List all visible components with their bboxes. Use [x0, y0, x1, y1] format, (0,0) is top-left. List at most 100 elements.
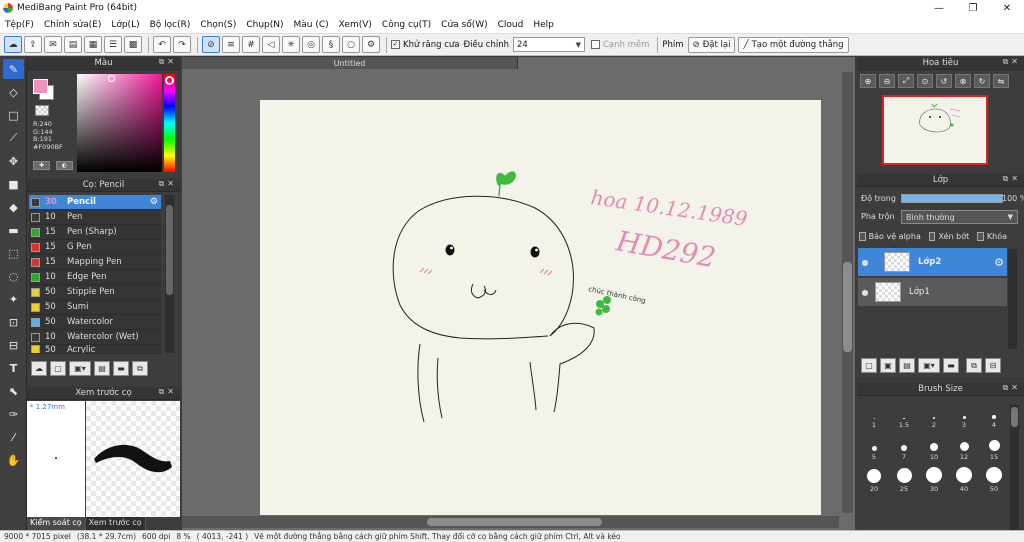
- cloud-icon[interactable]: ☁: [4, 36, 22, 53]
- menu-view[interactable]: Xem(V): [334, 20, 377, 30]
- zoom-in-icon[interactable]: ⊕: [860, 74, 876, 88]
- chat-icon[interactable]: ▤: [64, 36, 82, 53]
- reset-button[interactable]: ⊘ Đặt lại: [687, 36, 736, 53]
- gradient-tool-icon[interactable]: ▬: [3, 220, 24, 240]
- panel-close-icon[interactable]: ⧉✕: [1003, 57, 1021, 67]
- add-layer-dropdown-icon[interactable]: ▣▾: [918, 358, 940, 373]
- lock-checkbox[interactable]: [977, 232, 984, 241]
- menu-window[interactable]: Cửa sổ(W): [436, 20, 492, 30]
- rotate-reset-icon[interactable]: ⊗: [955, 74, 971, 88]
- canvas-horizontal-scrollbar[interactable]: [182, 516, 839, 528]
- saturation-value-picker[interactable]: [77, 74, 162, 172]
- snap-cross-icon[interactable]: #: [242, 36, 260, 53]
- eraser-tool-icon[interactable]: ◇: [3, 82, 24, 102]
- snap-parallel-icon[interactable]: ≡: [222, 36, 240, 53]
- snap-vanish-icon[interactable]: ◁: [262, 36, 280, 53]
- adjust-select[interactable]: 24 ▼: [512, 37, 585, 52]
- text-tool-icon[interactable]: T: [3, 358, 24, 378]
- menu-color[interactable]: Màu (C): [289, 20, 334, 30]
- layer-row-selected[interactable]: ● Lớp2 ⚙: [858, 248, 1007, 276]
- select-pen-tool-icon[interactable]: ⊡: [3, 312, 24, 332]
- fill-rect-tool-icon[interactable]: ■: [3, 174, 24, 194]
- fit-view-icon[interactable]: ⤢: [898, 74, 914, 88]
- brush-item-pencil[interactable]: 30 Pencil ⚙: [29, 195, 161, 210]
- minimize-button[interactable]: —: [922, 0, 956, 16]
- brush-size-option[interactable]: 20: [861, 463, 887, 493]
- share-icon[interactable]: ⇪: [24, 36, 42, 53]
- antialias-checkbox[interactable]: ✓: [391, 40, 400, 49]
- brush-size-option[interactable]: 3: [951, 399, 977, 429]
- new-brush-icon[interactable]: ▢: [50, 361, 66, 376]
- new-halftone-layer-icon[interactable]: ▣: [880, 358, 896, 373]
- brush-tool-icon[interactable]: ✎: [3, 59, 24, 79]
- operation-tool-icon[interactable]: ⬉: [3, 381, 24, 401]
- panel-close-icon[interactable]: ⧉✕: [1003, 383, 1021, 393]
- menu-help[interactable]: Help: [528, 20, 559, 30]
- tab-brush-preview[interactable]: Xem trước cọ: [85, 517, 146, 530]
- menu-select[interactable]: Chọn(S): [195, 20, 241, 30]
- redo-icon[interactable]: ↷: [173, 36, 191, 53]
- menu-filter[interactable]: Bộ lọc(R): [145, 20, 196, 30]
- rotate-right-icon[interactable]: ↻: [974, 74, 990, 88]
- select-rect-tool-icon[interactable]: ⬚: [3, 243, 24, 263]
- list-icon[interactable]: ☰: [104, 36, 122, 53]
- brush-item[interactable]: 50 Watercolor: [29, 315, 161, 330]
- panel-close-icon[interactable]: ⧉✕: [1003, 174, 1021, 184]
- drawing-canvas[interactable]: chúc thành công hoa 10.12.1989 HD292: [260, 100, 821, 515]
- snap-off-icon[interactable]: ⊘: [202, 36, 220, 53]
- magic-wand-tool-icon[interactable]: ✦: [3, 289, 24, 309]
- merge-layer-icon[interactable]: ⊟: [985, 358, 1001, 373]
- duplicate-layer-icon[interactable]: ⧉: [966, 358, 982, 373]
- brush-item[interactable]: 10 Pen: [29, 210, 161, 225]
- make-line-button[interactable]: ╱ Tạo một đường thẳng: [738, 36, 849, 53]
- menu-layer[interactable]: Lớp(L): [106, 20, 144, 30]
- brush-size-option[interactable]: 25: [891, 463, 917, 493]
- visibility-icon[interactable]: ●: [858, 288, 872, 297]
- actual-size-icon[interactable]: ⊙: [917, 74, 933, 88]
- add-color-button[interactable]: ✚: [33, 161, 50, 170]
- add-brush-icon[interactable]: ▣▾: [69, 361, 91, 376]
- brush-size-option[interactable]: 1: [861, 399, 887, 429]
- select-eraser-tool-icon[interactable]: ⊟: [3, 335, 24, 355]
- menu-file[interactable]: Tệp(F): [0, 20, 39, 30]
- snap-ellipse-icon[interactable]: ○: [342, 36, 360, 53]
- opacity-slider[interactable]: [901, 194, 1003, 203]
- brush-size-option[interactable]: 40: [951, 463, 977, 493]
- hand-tool-icon[interactable]: ✋: [3, 450, 24, 470]
- brush-size-scrollbar[interactable]: [1010, 405, 1019, 540]
- canvas-vertical-scrollbar[interactable]: [842, 72, 853, 513]
- snap-circle-icon[interactable]: ◎: [302, 36, 320, 53]
- brush-size-option[interactable]: 15: [981, 431, 1007, 461]
- layer-folder-icon[interactable]: ▬: [943, 358, 959, 373]
- new-layer-icon[interactable]: ▢: [861, 358, 877, 373]
- brush-item[interactable]: 15 Mapping Pen: [29, 255, 161, 270]
- brush-settings-icon[interactable]: ▤: [94, 361, 110, 376]
- zoom-out-icon[interactable]: ⊖: [879, 74, 895, 88]
- move-tool-icon[interactable]: ✥: [3, 151, 24, 171]
- comment-icon[interactable]: ✉: [44, 36, 62, 53]
- divide-tool-icon[interactable]: ✑: [3, 404, 24, 424]
- brush-size-option[interactable]: 5: [861, 431, 887, 461]
- eyedropper-tool-icon[interactable]: ⁄: [3, 427, 24, 447]
- new-8bit-layer-icon[interactable]: ▤: [899, 358, 915, 373]
- bucket-tool-icon[interactable]: ◆: [3, 197, 24, 217]
- brush-size-option[interactable]: 12: [951, 431, 977, 461]
- snap-curve-icon[interactable]: §: [322, 36, 340, 53]
- brush-copy-icon[interactable]: ⧉: [132, 361, 148, 376]
- layer-list-scrollbar[interactable]: [1008, 249, 1017, 349]
- brush-item[interactable]: 50 Sumi: [29, 300, 161, 315]
- brush-folder-icon[interactable]: ▬: [113, 361, 129, 376]
- panel-close-icon[interactable]: ⧉✕: [159, 387, 177, 397]
- foreground-color-swatch[interactable]: [33, 79, 48, 94]
- brush-item[interactable]: 50 Acrylic: [29, 345, 161, 354]
- panel-close-icon[interactable]: ⧉✕: [159, 57, 177, 67]
- brush-item[interactable]: 10 Watercolor (Wet): [29, 330, 161, 345]
- grid-icon[interactable]: ▩: [124, 36, 142, 53]
- snap-settings-icon[interactable]: ⚙: [362, 36, 380, 53]
- brush-item[interactable]: 15 Pen (Sharp): [29, 225, 161, 240]
- maximize-button[interactable]: ❐: [956, 0, 990, 16]
- menu-edit[interactable]: Chỉnh sửa(E): [39, 20, 106, 30]
- protect-alpha-checkbox[interactable]: [859, 232, 866, 241]
- brush-cloud-icon[interactable]: ☁: [31, 361, 47, 376]
- menu-tools[interactable]: Công cụ(T): [377, 20, 436, 30]
